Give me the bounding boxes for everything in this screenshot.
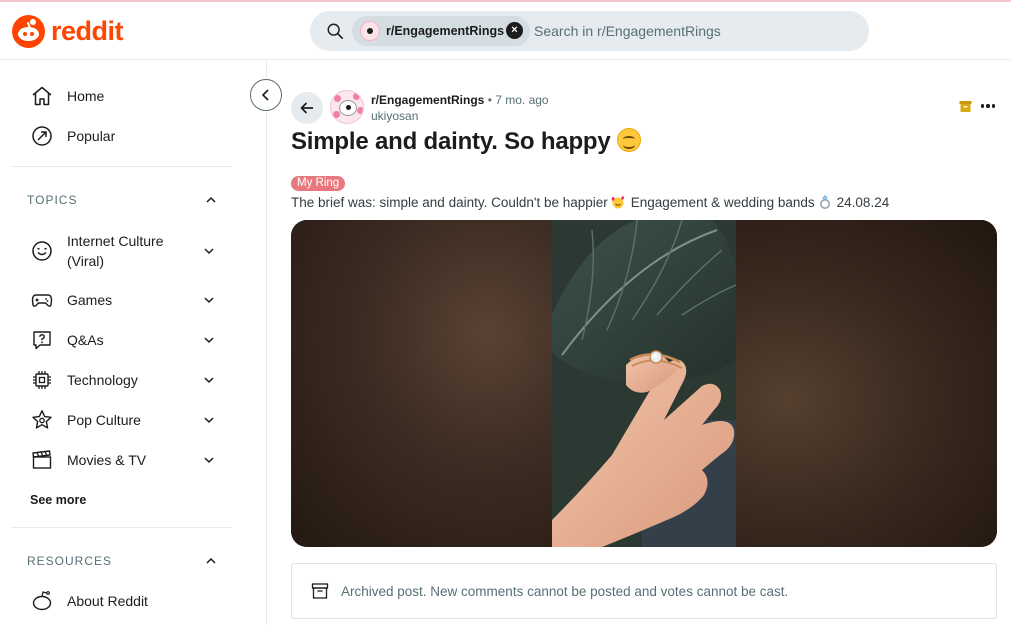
clapper-icon xyxy=(32,450,52,469)
smile-icon xyxy=(32,241,52,261)
chevron-down-icon xyxy=(204,377,214,384)
about-reddit-icon xyxy=(32,591,52,611)
chip-label: r/EngagementRings xyxy=(386,24,505,38)
chip-close-icon[interactable]: × xyxy=(506,22,523,39)
chevron-left-icon xyxy=(261,89,269,101)
topics-section-header[interactable]: TOPICS xyxy=(27,190,217,210)
sidebar-item-games[interactable]: Games xyxy=(30,288,217,312)
sidebar-item-label: Movies & TV xyxy=(67,452,147,468)
arrow-left-icon xyxy=(300,102,313,114)
sidebar-item-pop-culture[interactable]: Pop Culture xyxy=(30,408,217,432)
smiling-face-with-hearts-emoji-icon xyxy=(611,196,625,209)
chevron-up-icon xyxy=(206,196,216,203)
sidebar-divider xyxy=(11,527,232,528)
post-body-text: Engagement & wedding bands xyxy=(630,195,815,210)
subreddit-search-chip[interactable]: r/EngagementRings × xyxy=(352,16,530,46)
topics-heading: TOPICS xyxy=(27,193,78,207)
search-input[interactable] xyxy=(534,21,854,41)
hand-with-ring-illustration xyxy=(552,220,736,547)
sidebar-item-label: Internet Culture (Viral) xyxy=(67,233,164,269)
sidebar-item-label: Q&As xyxy=(67,332,104,348)
sidebar-item-movies-tv[interactable]: Movies & TV xyxy=(30,448,217,472)
post-body-text: The brief was: simple and dainty. Couldn… xyxy=(291,195,608,210)
archive-badge-icon xyxy=(959,101,972,112)
sidebar-item-home[interactable]: Home xyxy=(30,84,104,108)
see-more-link[interactable]: See more xyxy=(30,493,86,507)
sidebar-item-label: Popular xyxy=(67,128,116,144)
post-title: Simple and dainty. So happy xyxy=(291,128,641,156)
post-title-text: Simple and dainty. So happy xyxy=(291,128,611,155)
chip-icon xyxy=(33,371,51,389)
archive-icon xyxy=(311,583,329,599)
sidebar-item-technology[interactable]: Technology xyxy=(30,368,217,392)
chip-subreddit-avatar xyxy=(360,21,380,41)
home-icon xyxy=(32,86,52,106)
post-body: The brief was: simple and dainty. Couldn… xyxy=(291,195,889,210)
sidebar-item-label: Technology xyxy=(67,372,138,388)
more-options-button[interactable] xyxy=(978,96,998,116)
reddit-logo[interactable]: reddit xyxy=(12,14,124,48)
post-age: • 7 mo. ago xyxy=(487,93,549,107)
collapse-sidebar-button[interactable] xyxy=(250,79,282,111)
chevron-down-icon xyxy=(204,337,214,344)
chevron-down-icon xyxy=(204,248,214,255)
sidebar-item-internet-culture[interactable]: Internet Culture (Viral) xyxy=(30,231,217,271)
sidebar-item-label: About Reddit xyxy=(67,593,148,609)
chevron-down-icon xyxy=(204,417,214,424)
sidebar-item-about-reddit[interactable]: About Reddit xyxy=(30,589,148,613)
sidebar-item-popular[interactable]: Popular xyxy=(30,124,115,148)
image-blur-right xyxy=(736,220,997,547)
archived-notice: Archived post. New comments cannot be po… xyxy=(291,563,997,619)
star-icon xyxy=(32,410,52,429)
sidebar-item-label: Games xyxy=(67,292,113,308)
resources-heading: RESOURCES xyxy=(27,554,113,568)
popular-icon xyxy=(32,126,52,146)
gamepad-icon xyxy=(31,294,53,307)
post-author[interactable]: ukiyosan xyxy=(371,109,418,123)
ring-emoji-icon xyxy=(819,195,831,209)
image-blur-left xyxy=(291,220,552,547)
chevron-down-icon xyxy=(204,297,214,304)
top-header: reddit r/EngagementRings × xyxy=(0,2,1011,60)
sidebar-item-label: Pop Culture xyxy=(67,412,141,428)
post-body-text: 24.08.24 xyxy=(836,195,890,210)
smiling-face-emoji-icon xyxy=(616,128,641,152)
back-button[interactable] xyxy=(291,92,323,124)
search-icon xyxy=(327,23,344,40)
chevron-down-icon xyxy=(204,457,214,464)
post-flair[interactable]: My Ring xyxy=(291,176,346,191)
subreddit-link[interactable]: r/EngagementRings xyxy=(371,93,484,107)
post-meta: r/EngagementRings • 7 mo. ago xyxy=(371,93,549,107)
archived-notice-text: Archived post. New comments cannot be po… xyxy=(341,584,789,599)
search-bar[interactable]: r/EngagementRings × xyxy=(310,11,869,51)
sidebar-item-qas[interactable]: Q&As xyxy=(30,328,217,352)
chevron-up-icon xyxy=(206,557,216,564)
question-icon xyxy=(33,331,51,350)
logo-wordmark: reddit xyxy=(51,15,124,46)
left-sidebar: Home Popular TOPICS Internet Culture (Vi… xyxy=(0,61,267,625)
snoo-logo-icon xyxy=(12,14,45,48)
subreddit-avatar[interactable] xyxy=(330,90,364,124)
sidebar-divider xyxy=(11,166,232,167)
resources-section-header[interactable]: RESOURCES xyxy=(27,551,217,571)
ring-photo xyxy=(552,220,736,547)
post-image[interactable] xyxy=(291,220,997,547)
sidebar-item-label: Home xyxy=(67,88,105,104)
